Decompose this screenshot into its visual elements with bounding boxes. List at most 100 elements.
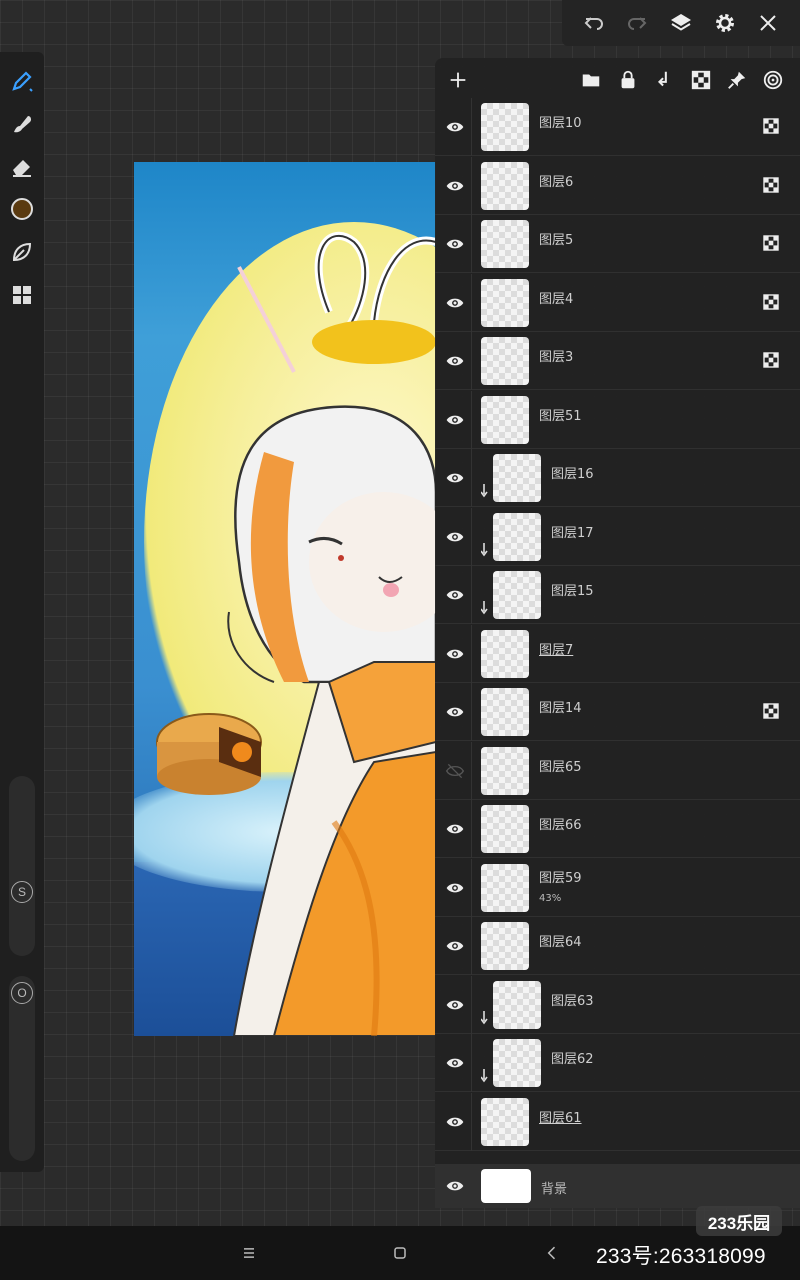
- clip-arrow-icon: [480, 1068, 493, 1083]
- tool-rail: S O: [0, 52, 44, 1172]
- canvas-artwork[interactable]: [134, 162, 436, 1036]
- row-divider: [471, 1092, 472, 1151]
- layer-thumbnail: [481, 863, 529, 912]
- undo-icon[interactable]: [579, 8, 609, 38]
- layer-row[interactable]: 图层10: [435, 98, 800, 156]
- layer-row[interactable]: 图层66: [435, 800, 800, 858]
- layer-name: 图层15: [551, 584, 594, 599]
- row-divider: [471, 390, 472, 449]
- eye-icon[interactable]: [443, 349, 467, 373]
- clip-arrow-icon: [480, 1010, 493, 1024]
- layer-opacity: 43%: [539, 892, 562, 904]
- eye-icon[interactable]: [443, 934, 467, 958]
- redo-icon[interactable]: [622, 8, 652, 38]
- layer-thumbnail: [481, 1169, 531, 1203]
- layer-thumbnail: [481, 103, 529, 151]
- background-layer-row[interactable]: 背景: [435, 1164, 800, 1208]
- size-slider[interactable]: [9, 776, 35, 956]
- eye-icon[interactable]: [443, 525, 467, 549]
- watermark-badge: 233乐园: [696, 1206, 782, 1236]
- merge-down-icon[interactable]: [651, 67, 677, 93]
- opacity-slider-knob[interactable]: O: [11, 982, 33, 1004]
- eye-icon[interactable]: [443, 1174, 467, 1198]
- smudge-icon[interactable]: [7, 109, 37, 139]
- alpha-lock-icon[interactable]: [763, 235, 779, 251]
- eye-icon[interactable]: [443, 1051, 467, 1075]
- layer-row[interactable]: 图层7: [435, 624, 800, 683]
- layer-row[interactable]: 图层6: [435, 156, 800, 215]
- color-swatch[interactable]: [7, 194, 37, 224]
- layer-thumbnail: [481, 278, 529, 327]
- clip-arrow-icon: [480, 483, 493, 498]
- eye-icon[interactable]: [443, 174, 467, 198]
- lock-icon[interactable]: [615, 67, 641, 93]
- layer-thumbnail: [493, 512, 541, 561]
- layer-row[interactable]: 图层64: [435, 917, 800, 975]
- menu-icon[interactable]: [236, 1240, 262, 1266]
- folder-icon[interactable]: [578, 67, 604, 93]
- eye-hidden-icon[interactable]: [443, 759, 467, 783]
- eraser-icon[interactable]: [7, 152, 37, 182]
- layer-name: 图层63: [551, 993, 594, 1009]
- layer-row[interactable]: 图层51: [435, 390, 800, 449]
- layer-row[interactable]: 图层16: [435, 449, 800, 507]
- layer-thumbnail: [481, 1097, 529, 1146]
- layer-row[interactable]: 图层15: [435, 566, 800, 624]
- eye-icon[interactable]: [443, 291, 467, 315]
- gear-icon[interactable]: [710, 8, 740, 38]
- brush-icon[interactable]: [7, 66, 37, 96]
- row-divider: [471, 917, 472, 975]
- layer-row[interactable]: 图层62: [435, 1034, 800, 1092]
- alpha-lock-icon[interactable]: [763, 352, 779, 368]
- layer-row[interactable]: 图层59 43%: [435, 858, 800, 917]
- grid-icon[interactable]: [7, 280, 37, 310]
- alpha-lock-icon[interactable]: [763, 293, 779, 310]
- layer-name: 图层16: [551, 467, 594, 482]
- layer-thumbnail: [481, 220, 529, 268]
- layer-row[interactable]: 图层14: [435, 683, 800, 741]
- target-icon[interactable]: [760, 67, 786, 93]
- alpha-lock-icon[interactable]: [763, 176, 779, 193]
- layer-row[interactable]: 图层5: [435, 215, 800, 273]
- layer-thumbnail: [481, 629, 529, 678]
- eye-icon[interactable]: [443, 115, 467, 139]
- add-layer-icon[interactable]: [445, 67, 471, 93]
- eye-icon[interactable]: [443, 642, 467, 666]
- layers-icon[interactable]: [666, 8, 696, 38]
- back-icon[interactable]: [539, 1240, 565, 1266]
- layer-thumbnail: [481, 805, 529, 853]
- row-divider: [471, 449, 472, 507]
- layer-name: 图层64: [539, 935, 582, 950]
- eye-icon[interactable]: [443, 408, 467, 432]
- alpha-lock-icon[interactable]: [763, 118, 779, 134]
- layer-row[interactable]: 图层17: [435, 507, 800, 566]
- layer-row[interactable]: 图层61: [435, 1092, 800, 1151]
- eye-icon[interactable]: [443, 466, 467, 490]
- layer-row[interactable]: 图层65: [435, 741, 800, 800]
- eye-icon[interactable]: [443, 876, 467, 900]
- layer-row[interactable]: 图层4: [435, 273, 800, 332]
- layer-row[interactable]: 图层3: [435, 332, 800, 390]
- home-icon[interactable]: [387, 1240, 413, 1266]
- pin-icon[interactable]: [724, 67, 750, 93]
- leaf-icon[interactable]: [7, 237, 37, 267]
- layer-thumbnail: [481, 337, 529, 385]
- layer-thumbnail: [481, 922, 529, 970]
- eye-icon[interactable]: [443, 232, 467, 256]
- eye-icon[interactable]: [443, 817, 467, 841]
- close-icon[interactable]: [753, 8, 783, 38]
- row-divider: [471, 858, 472, 917]
- size-slider-knob[interactable]: S: [11, 881, 33, 903]
- layer-row[interactable]: 图层63: [435, 975, 800, 1034]
- eye-icon[interactable]: [443, 993, 467, 1017]
- layer-thumbnail: [481, 395, 529, 444]
- eye-icon[interactable]: [443, 583, 467, 607]
- eye-icon[interactable]: [443, 1110, 467, 1134]
- alpha-lock-icon[interactable]: [688, 67, 714, 93]
- layer-thumbnail: [493, 454, 541, 502]
- layer-thumbnail: [481, 161, 529, 210]
- alpha-lock-icon[interactable]: [763, 703, 779, 719]
- top-toolbar: [562, 0, 800, 46]
- eye-icon[interactable]: [443, 700, 467, 724]
- layer-name: 图层59: [539, 870, 582, 886]
